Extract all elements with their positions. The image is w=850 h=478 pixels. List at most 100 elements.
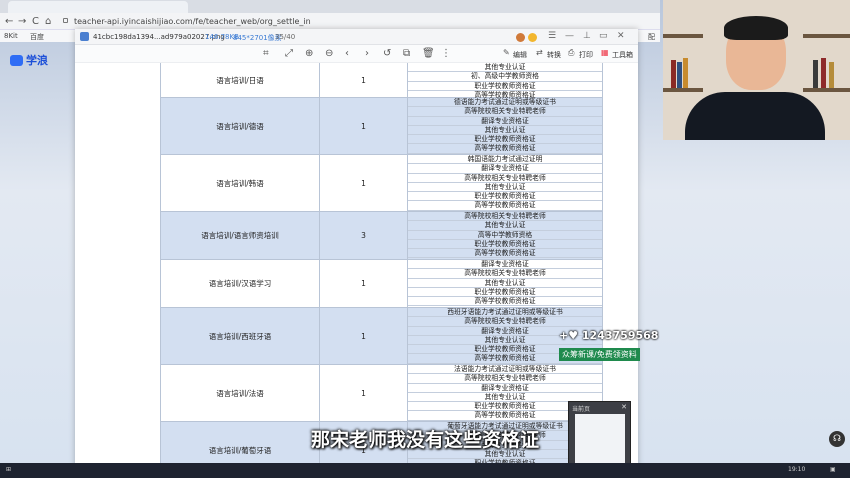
bookmark-right[interactable]: 配 bbox=[648, 32, 655, 42]
toolbox-button[interactable]: 工具箱 bbox=[612, 50, 633, 60]
qualification-item: 高等学校教师资格证 bbox=[408, 144, 602, 154]
category-cell: 语言培训/韩语 bbox=[160, 155, 320, 211]
next-icon[interactable]: › bbox=[365, 48, 369, 59]
qualification-item: 翻译专业资格证 bbox=[408, 384, 602, 393]
convert-button[interactable]: 转换 bbox=[547, 50, 561, 60]
qualification-item: 其他专业认证 bbox=[408, 63, 602, 73]
rotate-icon[interactable]: ↺ bbox=[383, 48, 391, 59]
minimize-icon[interactable]: — bbox=[565, 31, 574, 41]
convert-icon: ⇄ bbox=[536, 48, 543, 57]
bookmark-baidu[interactable]: 百度 bbox=[30, 32, 44, 42]
table-row: 语言培训/西班牙语 1 西班牙语能力考试通过证明或等级证书 高等院校相关专业特聘老师翻… bbox=[160, 308, 603, 365]
qualification-item: 法语能力考试通过证明或等级证书 bbox=[408, 365, 602, 375]
qualification-item: 韩国语能力考试通过证明 bbox=[408, 155, 602, 165]
viewer-page: 35/40 bbox=[275, 33, 296, 41]
qualification-item: 翻译专业资格证 bbox=[408, 260, 602, 270]
category-cell: 语言培训/汉语学习 bbox=[160, 260, 320, 307]
browser-tab[interactable] bbox=[8, 1, 188, 13]
xuelang-logo[interactable]: 学浪 bbox=[10, 52, 48, 68]
category-cell: 语言培训/语言师资培训 bbox=[160, 212, 320, 259]
restore-icon[interactable]: ▭ bbox=[599, 31, 608, 41]
viewer-toolbar: ⌗ ⤢ ⊕ ⊖ ‹ › ↺ ⧉ 🗑 ⋮ ✎ 编辑 ⇄ 转换 ⎙ 打印 ▦ 工具箱 bbox=[75, 45, 638, 63]
category-cell: 语言培训/德语 bbox=[160, 98, 320, 154]
logo-text: 学浪 bbox=[26, 54, 48, 67]
close-icon[interactable]: ✕ bbox=[617, 31, 625, 41]
avatar[interactable] bbox=[516, 33, 525, 42]
qualification-item: 高等院校相关专业特聘老师 bbox=[408, 174, 602, 183]
book bbox=[829, 62, 834, 88]
qualification-cell: 韩国语能力考试通过证明 翻译专业资格证 高等院校相关专业特聘老师 其他专业认证 职业学校… bbox=[408, 155, 603, 211]
notification-icon[interactable]: ▣ bbox=[830, 466, 836, 473]
count-cell: 1 bbox=[320, 155, 408, 211]
shelf bbox=[803, 34, 850, 38]
qualification-item: 其他专业认证 bbox=[408, 183, 602, 193]
book bbox=[821, 58, 826, 88]
category-cell: 语言培训/法语 bbox=[160, 365, 320, 421]
qualification-item: 职业学校教师资格证 bbox=[408, 240, 602, 250]
screen: { "browser": { "url": "teacher-api.iyinc… bbox=[0, 0, 850, 478]
start-icon[interactable]: ⊞ bbox=[6, 466, 11, 473]
menu-icon[interactable]: ☰ bbox=[548, 31, 556, 41]
watermark-phone: +♥ 1243759568 bbox=[559, 329, 659, 342]
reload-icon[interactable]: C bbox=[32, 16, 39, 27]
mini-close-icon[interactable]: ✕ bbox=[621, 403, 627, 411]
headset-icon[interactable]: ☊ bbox=[829, 431, 845, 447]
qualification-item: 其他专业认证 bbox=[408, 126, 602, 136]
taskbar: ⊞ 19:10 ▣ bbox=[0, 463, 850, 478]
xuelang-logo-icon bbox=[10, 54, 23, 66]
presenter-hair bbox=[724, 16, 788, 40]
count-cell: 3 bbox=[320, 212, 408, 259]
book bbox=[677, 62, 682, 88]
qualification-item: 高等院校相关专业特聘老师 bbox=[408, 374, 602, 384]
table-row: 语言培训/韩语 1 韩国语能力考试通过证明 翻译专业资格证 高等院校相关专业特聘老师 其他… bbox=[160, 155, 603, 212]
book bbox=[671, 60, 676, 88]
bookmark-8kit[interactable]: 8Kit bbox=[4, 32, 18, 40]
qualification-item: 其他专业认证 bbox=[408, 279, 602, 288]
qualification-item: 高等学校教师资格证 bbox=[408, 249, 602, 259]
zoom-out-icon[interactable]: ⊖ bbox=[325, 48, 333, 59]
forward-icon[interactable]: → bbox=[18, 16, 26, 27]
fullscreen-icon[interactable]: ⤢ bbox=[285, 48, 293, 59]
qualification-item: 职业学校教师资格证 bbox=[408, 192, 602, 202]
book bbox=[683, 58, 688, 88]
taskbar-clock: 19:10 bbox=[788, 466, 806, 473]
presenter-body bbox=[685, 92, 825, 140]
delete-icon[interactable]: 🗑 bbox=[422, 48, 435, 59]
vip-icon[interactable] bbox=[528, 33, 537, 42]
qualification-item: 高等学校教师资格证 bbox=[408, 297, 602, 307]
qualification-item: 初、高级中学教师资格 bbox=[408, 72, 602, 82]
table-row: 语言培训/语言师资培训 3 高等院校相关专业特聘老师 其他专业认证 高等中学教师资格 职业… bbox=[160, 212, 603, 260]
count-cell: 1 bbox=[320, 98, 408, 154]
url-field[interactable]: teacher-api.iyincaishijiao.com/fe/teache… bbox=[62, 15, 622, 28]
table-row: 语言培训/汉语学习 1 翻译专业资格证 高等院校相关专业特聘老师 其他专业认证 职业学校教… bbox=[160, 260, 603, 308]
pin-icon[interactable]: ⊥ bbox=[583, 31, 591, 41]
webcam-overlay bbox=[663, 0, 850, 140]
table-row: 语言培训/日语 1 其他专业认证 初、高级中学教师资格 职业学校教师资格证 高等学校教师资… bbox=[160, 63, 603, 101]
qualification-cell: 其他专业认证 初、高级中学教师资格 职业学校教师资格证 高等学校教师资格证 bbox=[408, 63, 603, 101]
count-cell: 1 bbox=[320, 260, 408, 307]
home-icon[interactable]: ⌂ bbox=[45, 16, 51, 27]
count-cell: 1 bbox=[320, 63, 408, 97]
qualification-item: 德语能力考试通过证明或等级证书 bbox=[408, 98, 602, 108]
count-cell: 1 bbox=[320, 365, 408, 421]
shelf bbox=[803, 88, 850, 92]
qualification-cell: 高等院校相关专业特聘老师 其他专业认证 高等中学教师资格 职业学校教师资格证 高等学校教… bbox=[408, 212, 603, 259]
print-button[interactable]: 打印 bbox=[579, 50, 593, 60]
fit-icon[interactable]: ⌗ bbox=[263, 48, 269, 59]
qualification-item: 高等院校相关专业特聘老师 bbox=[408, 107, 602, 117]
qualification-item: 高等院校相关专业特聘老师 bbox=[408, 212, 602, 222]
table-row: 语言培训/法语 1 法语能力考试通过证明或等级证书 高等院校相关专业特聘老师 翻译专业资… bbox=[160, 365, 603, 422]
edit-button[interactable]: 编辑 bbox=[513, 50, 527, 60]
copy-icon[interactable]: ⧉ bbox=[403, 48, 410, 59]
qualification-item: 职业学校教师资格证 bbox=[408, 135, 602, 145]
zoom-in-icon[interactable]: ⊕ bbox=[305, 48, 313, 59]
qualification-item: 高等中学教师资格 bbox=[408, 231, 602, 240]
address-bar-row: ← → C ⌂ teacher-api.iyincaishijiao.com/f… bbox=[0, 13, 660, 30]
more-icon[interactable]: ⋮ bbox=[441, 48, 451, 59]
qualification-item: 西班牙语能力考试通过证明或等级证书 bbox=[408, 308, 602, 318]
back-icon[interactable]: ← bbox=[5, 16, 13, 27]
print-icon: ⎙ bbox=[568, 48, 575, 57]
count-cell: 1 bbox=[320, 308, 408, 364]
toolbox-icon: ▦ bbox=[601, 48, 609, 57]
previous-icon[interactable]: ‹ bbox=[345, 48, 349, 59]
